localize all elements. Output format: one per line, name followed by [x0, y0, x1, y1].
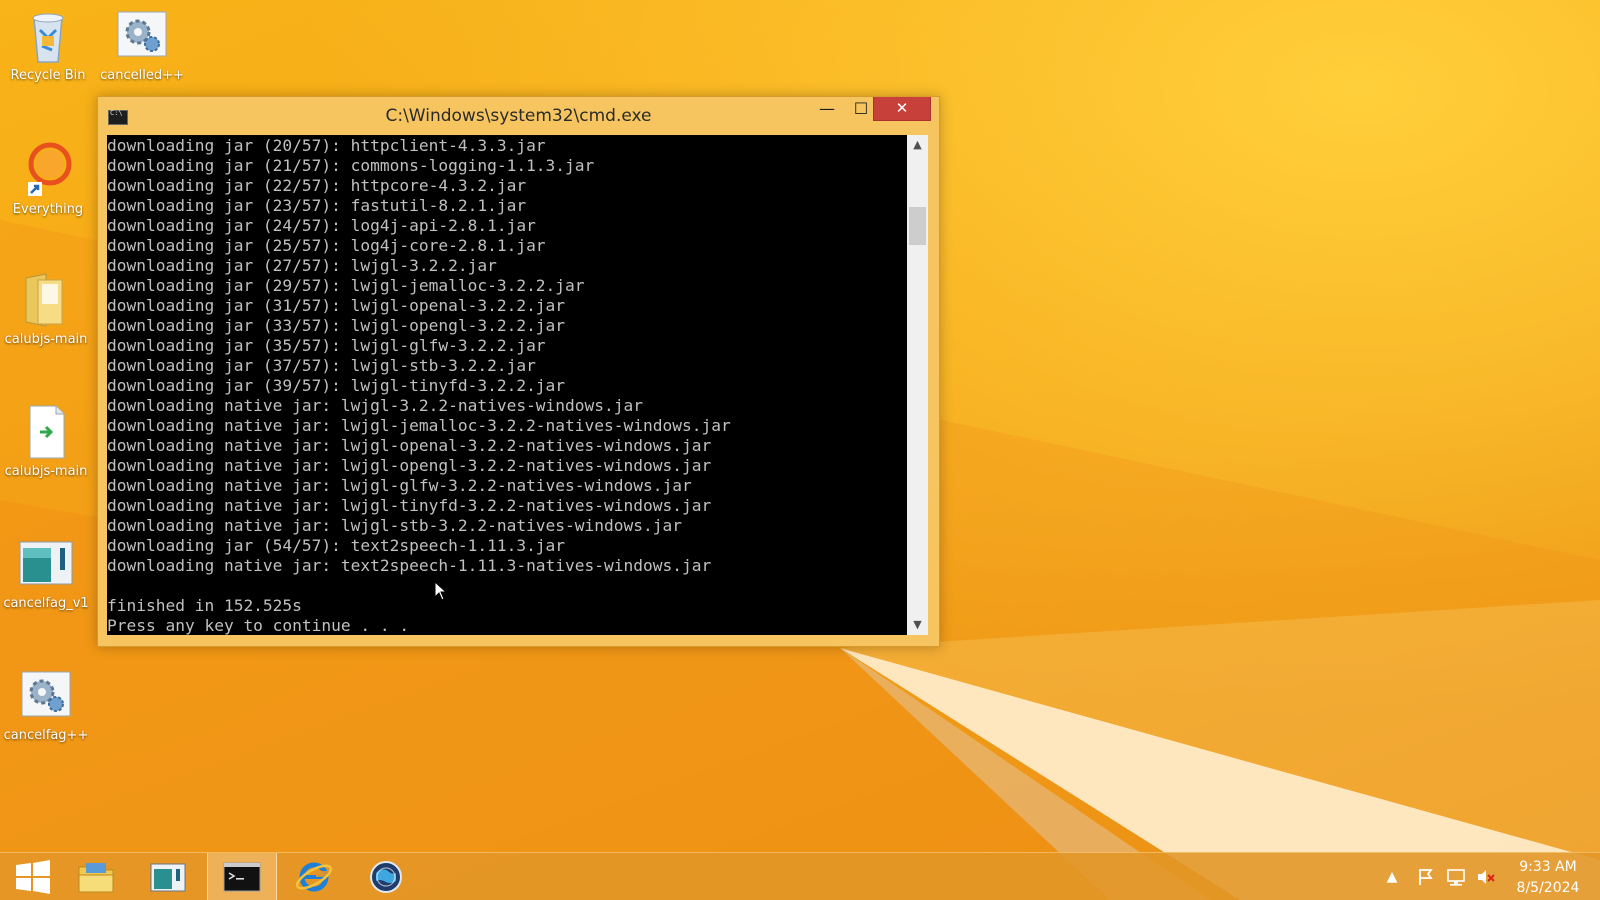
console-line: downloading jar (20/57): httpclient-4.3.… [107, 136, 546, 155]
desktop-icon-label: Recycle Bin [10, 68, 86, 83]
console-output[interactable]: downloading jar (20/57): httpclient-4.3.… [107, 135, 907, 635]
desktop-icon-label: cancelled++ [100, 68, 184, 83]
window-app-icon [150, 863, 186, 892]
clock-date: 8/5/2024 [1516, 880, 1580, 896]
cmd-window[interactable]: C:\Windows\system32\cmd.exe — ☐ ✕ downlo… [97, 96, 940, 647]
taskbar: ▲ 9:33 AM 8/5/2024 [0, 852, 1600, 900]
network-icon[interactable] [1446, 867, 1466, 887]
console-line: downloading jar (25/57): log4j-core-2.8.… [107, 236, 546, 255]
desktop-icon-cancelled-plus[interactable]: cancelled++ [96, 6, 188, 83]
taskbar-globe-app[interactable] [352, 853, 420, 900]
taskbar-window-app[interactable] [134, 853, 202, 900]
console-line: downloading native jar: lwjgl-opengl-3.2… [107, 456, 712, 475]
desktop-icon-label: calubjs-main [4, 464, 88, 479]
everything-search-icon [28, 142, 72, 196]
taskbar-file-explorer[interactable] [62, 853, 130, 900]
desktop-icon-calubjs-main-folder[interactable]: calubjs-main [0, 270, 92, 347]
minimize-button[interactable]: — [810, 97, 844, 120]
desktop: Recycle Bin cancelled++ Everything calub… [0, 0, 1600, 900]
console-line: downloading native jar: lwjgl-glfw-3.2.2… [107, 476, 692, 495]
scroll-down-arrow[interactable]: ▼ [907, 615, 928, 635]
console-line: downloading jar (27/57): lwjgl-3.2.2.jar [107, 256, 497, 275]
console-line: downloading jar (35/57): lwjgl-glfw-3.2.… [107, 336, 546, 355]
desktop-icon-cancelfag-plus[interactable]: cancelfag++ [0, 666, 92, 743]
desktop-icon-label: Everything [12, 202, 84, 217]
console-line: downloading jar (24/57): log4j-api-2.8.1… [107, 216, 536, 235]
console-line: downloading jar (39/57): lwjgl-tinyfd-3.… [107, 376, 566, 395]
desktop-icon-label: cancelfag++ [3, 728, 89, 743]
console-line: downloading jar (33/57): lwjgl-opengl-3.… [107, 316, 566, 335]
console-line: downloading jar (22/57): httpcore-4.3.2.… [107, 176, 527, 195]
console-line: downloading jar (37/57): lwjgl-stb-3.2.2… [107, 356, 536, 375]
clock-time: 9:33 AM [1519, 859, 1577, 875]
console-line: downloading native jar: text2speech-1.11… [107, 556, 712, 575]
console-line: downloading native jar: lwjgl-jemalloc-3… [107, 416, 731, 435]
globe-app-icon [370, 861, 402, 893]
console-line: Press any key to continue . . . [107, 616, 410, 635]
settings-app-icon [117, 11, 167, 57]
window-titlebar[interactable]: C:\Windows\system32\cmd.exe — ☐ ✕ [98, 97, 939, 135]
scroll-thumb[interactable] [909, 207, 926, 245]
desktop-icon-label: cancelfag_v1 [3, 596, 89, 611]
mouse-cursor-icon [434, 581, 448, 601]
taskbar-internet-explorer[interactable] [280, 853, 348, 900]
console-line: downloading jar (23/57): fastutil-8.2.1.… [107, 196, 527, 215]
console-line: downloading jar (21/57): commons-logging… [107, 156, 595, 175]
desktop-icon-calubjs-main-shortcut[interactable]: calubjs-main [0, 402, 92, 479]
command-prompt-icon [223, 862, 261, 892]
desktop-icon-everything[interactable]: Everything [2, 140, 94, 217]
folder-icon [25, 273, 63, 327]
file-explorer-icon [78, 863, 114, 893]
file-shortcut-icon [29, 405, 65, 459]
recycle-bin-icon [32, 13, 64, 63]
desktop-icon-cancelfag-v1[interactable]: cancelfag_v1 [0, 534, 92, 611]
console-line: downloading native jar: lwjgl-openal-3.2… [107, 436, 712, 455]
windows-start-icon [16, 860, 50, 894]
taskbar-clock[interactable]: 9:33 AM 8/5/2024 [1500, 857, 1596, 899]
desktop-icon-recycle-bin[interactable]: Recycle Bin [2, 6, 94, 83]
close-button[interactable]: ✕ [873, 97, 931, 121]
console-line: downloading native jar: lwjgl-stb-3.2.2-… [107, 516, 682, 535]
console-line: downloading native jar: lwjgl-tinyfd-3.2… [107, 496, 712, 515]
volume-muted-icon[interactable] [1476, 867, 1496, 887]
start-button[interactable] [0, 853, 68, 900]
settings-app-icon [21, 671, 71, 717]
window-app-icon [19, 541, 73, 585]
taskbar-command-prompt[interactable] [207, 853, 277, 900]
console-line: downloading jar (29/57): lwjgl-jemalloc-… [107, 276, 585, 295]
console-line: downloading native jar: lwjgl-3.2.2-nati… [107, 396, 644, 415]
action-center-flag-icon[interactable] [1416, 867, 1436, 887]
console-line: downloading jar (54/57): text2speech-1.1… [107, 536, 566, 555]
scroll-up-arrow[interactable]: ▲ [907, 135, 928, 155]
console-line: finished in 152.525s [107, 596, 302, 615]
vertical-scrollbar[interactable]: ▲ ▼ [907, 135, 928, 635]
console-line: downloading jar (31/57): lwjgl-openal-3.… [107, 296, 566, 315]
show-hidden-icons-chevron[interactable]: ▲ [1382, 867, 1402, 887]
internet-explorer-icon [295, 862, 333, 892]
console-lines: downloading jar (20/57): httpclient-4.3.… [107, 135, 907, 635]
desktop-icon-label: calubjs-main [4, 332, 88, 347]
